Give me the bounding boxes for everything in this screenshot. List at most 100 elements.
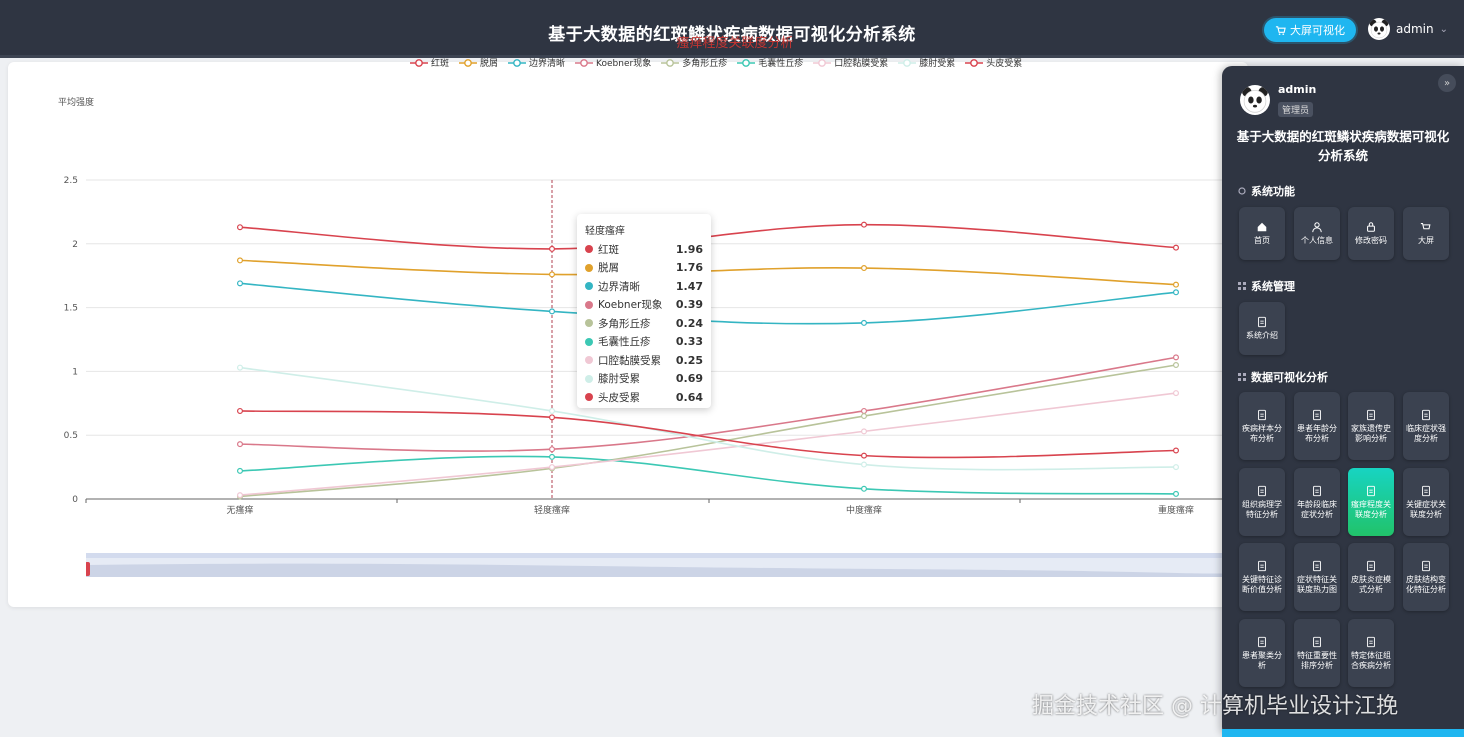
nav-tile[interactable]: 修改密码	[1348, 207, 1394, 260]
data-point	[237, 364, 244, 371]
document-icon	[1367, 636, 1375, 647]
drawer-title: 基于大数据的红斑鳞状疾病数据可视化 分析系统	[1222, 127, 1464, 165]
document-icon	[1258, 316, 1266, 328]
data-point	[860, 485, 867, 492]
data-point	[860, 413, 867, 420]
y-tick-label: 2	[72, 240, 78, 250]
data-point	[860, 319, 867, 326]
data-point	[548, 308, 555, 315]
user-icon	[1312, 222, 1322, 233]
data-point	[860, 407, 867, 414]
tooltip-series-name: 毛囊性丘疹	[598, 336, 651, 349]
slider-selection[interactable]	[86, 553, 1246, 558]
series-dot-icon	[585, 374, 593, 383]
data-point	[548, 414, 555, 421]
tooltip-value: 0.25	[675, 353, 703, 367]
document-icon	[1422, 409, 1430, 420]
tooltip-value: 0.39	[675, 298, 703, 312]
series-dot-icon	[585, 245, 593, 254]
tooltip-row: 红斑 1.96	[585, 240, 703, 259]
lock-icon	[1367, 222, 1375, 232]
nav-tile[interactable]: 临床症状强度分析	[1403, 392, 1449, 460]
grid-icon	[1238, 282, 1246, 290]
data-point	[860, 265, 867, 272]
data-point	[548, 245, 555, 252]
nav-tile[interactable]: 特定体征组合疾病分析	[1348, 619, 1394, 687]
y-tick-label: 1.5	[64, 304, 78, 314]
nav-tile[interactable]: 个人信息	[1294, 207, 1340, 260]
nav-tile-label: 年龄段临床症状分析	[1297, 499, 1337, 519]
nav-tile[interactable]: 疾病样本分布分析	[1239, 392, 1285, 460]
data-point	[1172, 244, 1179, 251]
nav-tile-label: 修改密码	[1355, 236, 1387, 245]
nav-tile-label: 家族遗传史影响分析	[1351, 423, 1391, 443]
drawer-title-line2: 分析系统	[1317, 148, 1368, 163]
nav-tile[interactable]: 皮肤炎症模式分析	[1348, 543, 1394, 611]
data-zoom-slider[interactable]	[86, 553, 1246, 579]
series-dot-icon	[585, 300, 593, 309]
nav-tile[interactable]: 患者聚类分析	[1239, 619, 1285, 687]
document-icon	[1313, 409, 1321, 420]
nav-tile[interactable]: 组织病理学特征分析	[1239, 468, 1285, 536]
data-point	[860, 221, 867, 228]
y-tick-label: 0.5	[64, 431, 78, 441]
tooltip-row: 膝肘受累 0.69	[585, 370, 703, 389]
nav-tile[interactable]: 关键特征诊断价值分析	[1239, 543, 1285, 611]
document-icon	[1422, 560, 1430, 571]
x-tick-label: 无瘙痒	[226, 504, 253, 516]
series-line	[239, 455, 1177, 495]
y-tick-label: 0	[72, 495, 78, 505]
nav-tile[interactable]: 关键症状关联度分析	[1403, 468, 1449, 536]
data-point	[548, 464, 555, 471]
nav-tile[interactable]: 特征重要性排序分析	[1294, 619, 1340, 687]
section-system-label: 系统功能	[1251, 185, 1295, 198]
tooltip-series-name: 膝肘受累	[598, 373, 640, 386]
nav-tile[interactable]: 症状特征关联度热力图	[1294, 543, 1340, 611]
document-icon	[1422, 485, 1430, 496]
tooltip-value: 0.69	[675, 372, 703, 386]
nav-tile-label: 症状特征关联度热力图	[1297, 574, 1337, 594]
tooltip-row: 边界清晰 1.47	[585, 277, 703, 296]
series-dot-icon	[585, 356, 593, 365]
document-icon	[1258, 636, 1266, 647]
nav-tile[interactable]: 系统介绍	[1239, 302, 1285, 355]
document-icon	[1258, 485, 1266, 496]
close-drawer-button[interactable]: »	[1438, 74, 1456, 92]
tooltip-value: 0.64	[675, 390, 703, 404]
document-icon	[1313, 636, 1321, 647]
tooltip-value: 0.33	[675, 335, 703, 349]
role-badge: 管理员	[1278, 102, 1314, 117]
section-manage-label: 系统管理	[1251, 280, 1295, 293]
drawer-bottom-bar	[1222, 729, 1464, 737]
nav-tile-label: 皮肤结构变化特征分析	[1406, 574, 1446, 594]
data-point	[860, 452, 867, 459]
nav-tile-label: 疾病样本分布分析	[1242, 423, 1282, 443]
home-icon	[1257, 222, 1267, 232]
nav-tile[interactable]: 年龄段临床症状分析	[1294, 468, 1340, 536]
tooltip-series-name: 红斑	[598, 243, 619, 256]
nav-tile[interactable]: 家族遗传史影响分析	[1348, 392, 1394, 460]
nav-tile[interactable]: 大屏	[1403, 207, 1449, 260]
nav-tile-label: 患者聚类分析	[1242, 650, 1282, 670]
series-dot-icon	[585, 282, 593, 291]
data-point	[1172, 447, 1179, 454]
y-tick-label: 1	[72, 367, 78, 377]
x-tick-label: 轻度瘙痒	[534, 504, 570, 516]
watermark: 掘金技术社区 @ 计算机毕业设计江挽	[1032, 694, 1398, 719]
document-icon	[1367, 560, 1375, 571]
nav-tile-label: 个人信息	[1301, 236, 1333, 245]
data-point	[237, 224, 244, 231]
nav-tile[interactable]: 皮肤结构变化特征分析	[1403, 543, 1449, 611]
nav-tile[interactable]: 瘙痒程度关联度分析	[1348, 468, 1394, 536]
data-point	[1172, 289, 1179, 296]
tooltip-value: 0.24	[675, 316, 703, 330]
data-point	[548, 271, 555, 278]
nav-tile[interactable]: 首页	[1239, 207, 1285, 260]
nav-tile-label: 瘙痒程度关联度分析	[1351, 499, 1391, 519]
nav-tile-label: 患者年龄分布分析	[1297, 423, 1337, 443]
slider-left-handle[interactable]	[86, 562, 90, 576]
data-point	[1172, 362, 1179, 369]
x-tick-label: 中度瘙痒	[846, 504, 882, 516]
nav-tile[interactable]: 患者年龄分布分析	[1294, 392, 1340, 460]
tooltip-value: 1.96	[675, 242, 703, 256]
